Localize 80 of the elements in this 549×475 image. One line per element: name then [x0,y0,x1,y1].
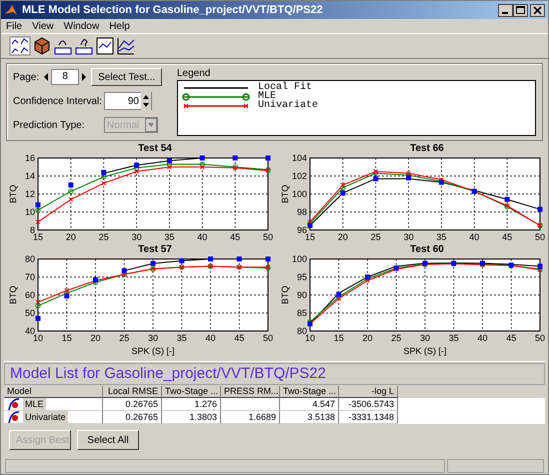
legend-label: Univariate [258,100,318,111]
axis-tick-label: 20 [362,333,372,343]
chart-title: Test 66 [409,143,445,154]
window-title: MLE Model Selection for Gasoline_project/VVT/BTQ/PS22 [22,4,324,16]
axis-tick-label: 50 [263,333,273,343]
axis-tick-label: 60 [24,290,35,300]
axis-tick-label: 80 [296,326,307,336]
axis-tick-label: 40 [206,333,216,343]
chart-title: Test 60 [409,244,445,255]
table-cell: -3506.5743 [339,398,398,411]
axis-tick-label: 98 [296,207,307,217]
table-cell: 0.26765 [103,398,162,411]
y-axis-label: BTQ [280,184,290,204]
y-axis-label: BTQ [8,286,18,304]
axis-tick-label: 95 [296,272,307,282]
axis-tick-label: 45 [502,232,512,242]
prediction-label: Prediction Type: [13,120,86,130]
x-axis-label: SPK (S) [-] [132,346,174,356]
axis-tick-label: 45 [506,333,516,343]
table-cell: 4.547 [280,398,339,411]
axis-tick-label: 25 [119,333,130,343]
axis-tick-label: 100 [292,255,307,264]
axis-tick-label: 15 [334,333,344,343]
axis-tick-label: 50 [263,232,273,242]
axis-tick-label: 40 [197,232,208,242]
axis-tick-label: 40 [469,232,480,242]
table-cell: 0.26765 [103,411,162,424]
axis-tick-label: 40 [478,333,488,343]
table-cell: 1.6689 [221,411,280,424]
table-cell: 1.3803 [162,411,221,424]
x-axis-label: SPK (S) [-] [404,346,446,356]
axis-tick-label: 20 [90,333,100,343]
axis-tick-label: 20 [66,232,76,242]
axis-tick-label: 16 [24,154,35,163]
axis-tick-label: 45 [234,333,244,343]
table-cell: 1.276 [162,398,221,411]
axis-tick-label: 85 [296,308,307,318]
axis-tick-label: 15 [305,232,315,242]
legend-title: Legend [177,68,212,80]
model-list-title: Model List for Gasoline_project/VVT/BTQ/PS22 [4,363,545,385]
axis-tick-label: 25 [391,333,402,343]
axis-tick-label: 15 [33,232,43,242]
chart-title: Test 57 [137,244,173,255]
axis-tick-label: 25 [370,232,381,242]
confidence-label: Confidence Interval: [13,96,101,106]
table-cell: -3331.1348 [339,411,398,424]
axis-tick-label: 35 [164,232,174,242]
axis-tick-label: 102 [292,171,307,181]
axis-tick-label: 104 [292,154,307,163]
axis-tick-label: 15 [62,333,72,343]
axis-tick-label: 35 [436,232,446,242]
axis-tick-label: 8 [30,225,35,235]
y-axis-label: BTQ [8,184,18,204]
axis-tick-label: 10 [33,333,43,343]
axis-tick-label: 50 [535,232,545,242]
axis-tick-label: 30 [132,232,142,242]
page-label: Page: [13,72,40,82]
axis-tick-label: 14 [24,171,35,181]
axis-tick-label: 50 [535,333,545,343]
y-axis-label: BTQ [280,286,290,304]
axis-tick-label: 70 [24,272,35,282]
axis-tick-label: 96 [296,225,307,235]
axis-tick-label: 50 [24,308,35,318]
axis-tick-label: 90 [296,290,307,300]
axis-tick-label: 100 [292,189,307,199]
axis-tick-label: 12 [24,189,35,199]
axis-tick-label: 80 [24,255,35,264]
chart-title: Test 54 [137,143,173,154]
axis-tick-label: 30 [404,232,414,242]
axis-tick-label: 25 [98,232,109,242]
axis-tick-label: 45 [230,232,240,242]
axis-tick-label: 10 [305,333,315,343]
axis-tick-label: 30 [420,333,430,343]
axis-tick-label: 35 [176,333,187,343]
axis-tick-label: 30 [148,333,158,343]
table-cell: 3.5138 [280,411,339,424]
axis-tick-label: 20 [338,232,348,242]
axis-tick-label: 35 [448,333,459,343]
axis-tick-label: 10 [24,207,35,217]
axis-tick-label: 40 [24,326,35,336]
